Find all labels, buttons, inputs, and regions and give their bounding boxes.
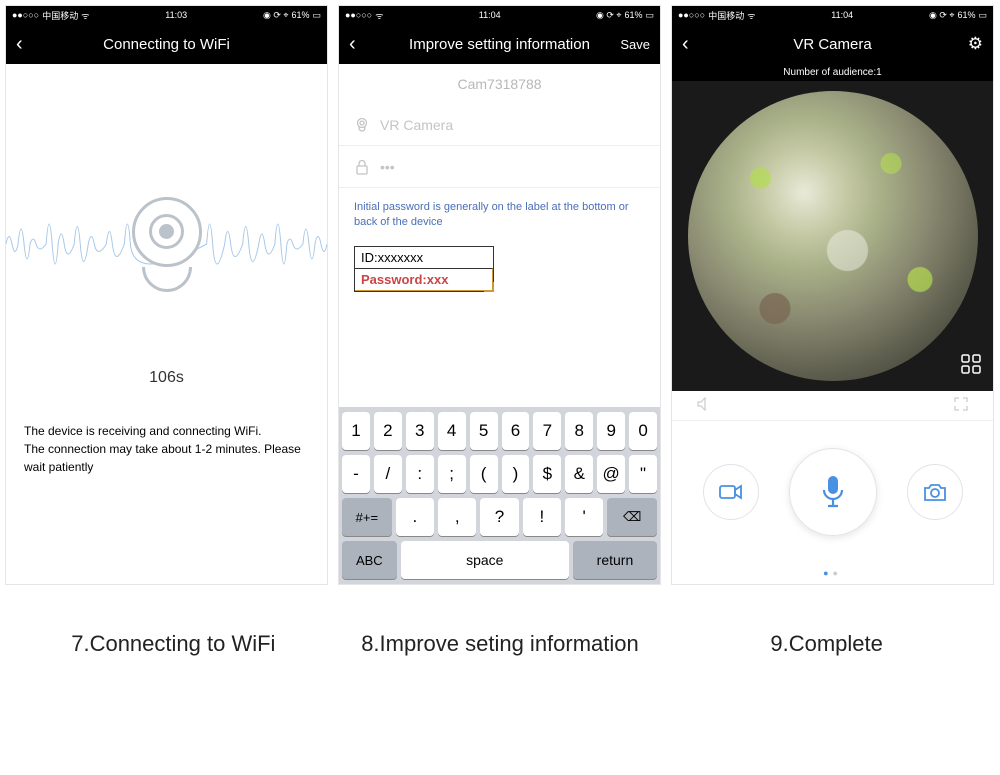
expand-icon[interactable] [954,397,968,414]
save-button[interactable]: Save [620,37,650,52]
kb-key[interactable]: 5 [470,412,498,450]
page-dots: ●● [672,562,993,584]
speaker-icon[interactable] [697,397,713,414]
kb-space[interactable]: space [401,541,569,579]
kb-key[interactable]: ! [523,498,561,536]
kb-key[interactable]: 8 [565,412,593,450]
control-bar [672,421,993,562]
kb-key[interactable]: / [374,455,402,493]
video-feed[interactable] [672,81,993,391]
kb-key[interactable]: " [629,455,657,493]
caption-1: 7.Connecting to WiFi [18,630,328,659]
kb-row-3: #+= . , ? ! ' ⌫ [342,498,657,536]
caption-2: 8.Improve seting information [345,630,655,659]
page-title: Improve setting information [409,36,590,53]
kb-key[interactable]: ' [565,498,603,536]
help-text: The device is receiving and connecting W… [6,422,327,476]
back-icon[interactable]: ‹ [16,33,23,56]
page-title: Connecting to WiFi [103,36,230,53]
kb-row-4: ABC space return [342,541,657,579]
snapshot-button[interactable] [907,464,963,520]
caption-3: 9.Complete [672,630,982,659]
fisheye-view [688,91,978,381]
gear-icon[interactable]: ⚙ [968,34,983,54]
camera-icon [127,197,207,292]
name-field[interactable]: VR Camera [339,104,660,146]
kb-key[interactable]: . [396,498,434,536]
kb-row-1: 1 2 3 4 5 6 7 8 9 0 [342,412,657,450]
kb-key[interactable]: 1 [342,412,370,450]
kb-key[interactable]: ) [502,455,530,493]
lock-icon [354,159,370,175]
kb-key[interactable]: 2 [374,412,402,450]
keyboard: 1 2 3 4 5 6 7 8 9 0 - / : ; ( ) $ & @ [339,407,660,584]
kb-key[interactable]: 3 [406,412,434,450]
screen-vr-camera: ●●○○○中国移动ᯤ 11:04 ◉ ⟳ ⌖61%▭ ‹ VR Camera ⚙… [671,5,994,585]
audience-count: Number of audience:1 [672,64,993,81]
kb-key[interactable]: : [406,455,434,493]
grid-icon[interactable] [961,354,981,379]
nav-bar: ‹ VR Camera ⚙ [672,24,993,64]
kb-key[interactable]: ; [438,455,466,493]
back-icon[interactable]: ‹ [349,33,356,56]
page-title: VR Camera [793,36,871,53]
kb-key[interactable]: 7 [533,412,561,450]
kb-key[interactable]: ( [470,455,498,493]
camera-small-icon [354,117,370,133]
nav-bar: ‹ Improve setting information Save [339,24,660,64]
kb-delete[interactable]: ⌫ [607,498,657,536]
screen-improve-settings: ●●○○○ᯤ 11:04 ◉ ⟳ ⌖61%▭ ‹ Improve setting… [338,5,661,585]
kb-key[interactable]: @ [597,455,625,493]
password-hint: Initial password is generally on the lab… [339,188,660,241]
back-icon[interactable]: ‹ [682,33,689,56]
kb-return[interactable]: return [573,541,657,579]
status-bar: ●●○○○中国移动ᯤ 11:03 ◉ ⟳ ⌖61%▭ [6,6,327,24]
kb-key[interactable]: 4 [438,412,466,450]
kb-key[interactable]: ? [480,498,518,536]
kb-shift[interactable]: #+= [342,498,392,536]
mic-button[interactable] [789,448,877,536]
kb-key[interactable]: & [565,455,593,493]
status-bar: ●●○○○ᯤ 11:04 ◉ ⟳ ⌖61%▭ [339,6,660,24]
device-label-example: ID:xxxxxxx Password:xxx [354,246,494,292]
kb-key[interactable]: 0 [629,412,657,450]
camera-id: Cam7318788 [339,64,660,104]
kb-abc[interactable]: ABC [342,541,397,579]
status-bar: ●●○○○中国移动ᯤ 11:04 ◉ ⟳ ⌖61%▭ [672,6,993,24]
record-button[interactable] [703,464,759,520]
kb-key[interactable]: 6 [502,412,530,450]
kb-key[interactable]: , [438,498,476,536]
wave-animation [6,134,327,354]
sound-bar [672,391,993,421]
kb-key[interactable]: 9 [597,412,625,450]
kb-key[interactable]: - [342,455,370,493]
password-field[interactable]: ••• [339,146,660,188]
nav-bar: ‹ Connecting to WiFi [6,24,327,64]
screen-connecting: ●●○○○中国移动ᯤ 11:03 ◉ ⟳ ⌖61%▭ ‹ Connecting … [5,5,328,585]
kb-row-2: - / : ; ( ) $ & @ " [342,455,657,493]
countdown-timer: 106s [6,369,327,387]
kb-key[interactable]: $ [533,455,561,493]
